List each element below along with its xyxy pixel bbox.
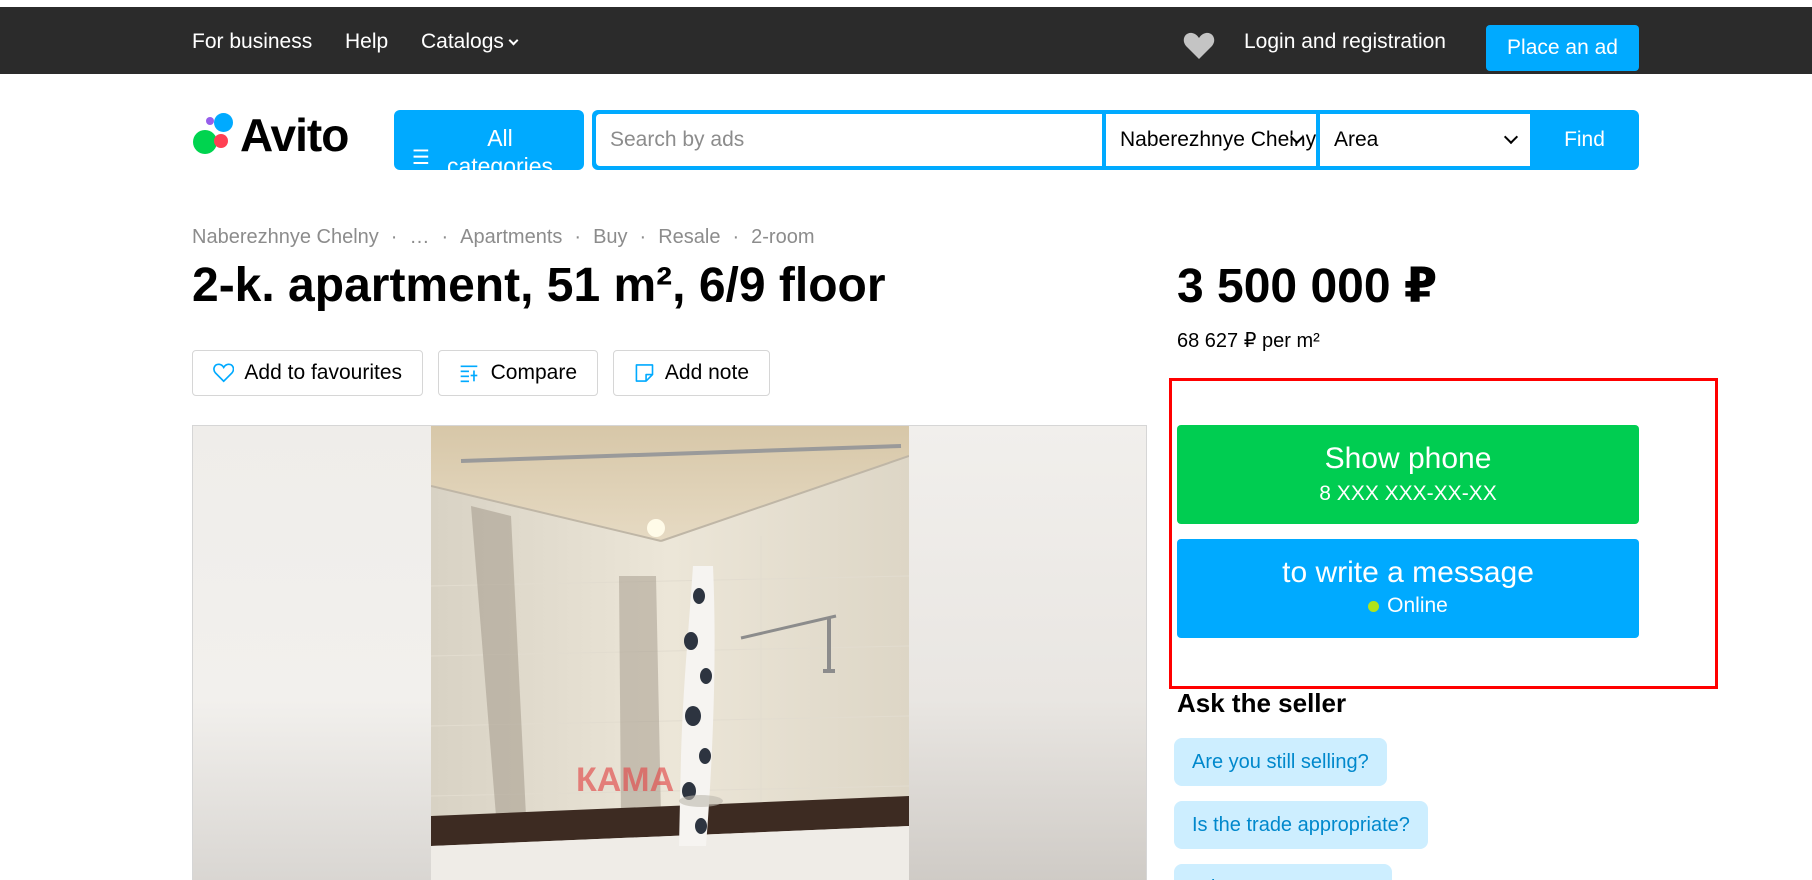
area-select[interactable]: Area xyxy=(1320,114,1530,166)
online-status: Online xyxy=(1177,594,1639,618)
bathroom-photo: КАМА xyxy=(431,426,909,880)
help-link[interactable]: Help xyxy=(345,30,388,54)
login-link[interactable]: Login and registration xyxy=(1244,30,1446,54)
heart-outline-icon xyxy=(213,363,235,383)
write-message-label: to write a message xyxy=(1282,556,1534,589)
note-icon xyxy=(635,364,654,382)
for-business-link[interactable]: For business xyxy=(192,30,312,54)
favourites-heart-icon[interactable] xyxy=(1183,32,1215,60)
show-phone-button[interactable]: Show phone 8 XXX XXX-XX-XX xyxy=(1177,425,1639,524)
search-input[interactable] xyxy=(596,114,1102,166)
search-bar: Naberezhnye Chelny Area Find xyxy=(592,110,1639,170)
gallery-blur-right xyxy=(908,426,1146,880)
categories-icon: ☰ xyxy=(412,147,430,169)
breadcrumb-item[interactable]: Buy xyxy=(593,226,627,248)
compare-button[interactable]: Compare xyxy=(438,350,598,396)
gallery-blur-left xyxy=(193,426,431,880)
breadcrumb-item[interactable]: Apartments xyxy=(460,226,562,248)
phone-mask: 8 XXX XXX-XX-XX xyxy=(1319,482,1497,505)
logo-text: Avito xyxy=(240,109,349,161)
compare-label: Compare xyxy=(490,361,577,384)
photo-gallery[interactable]: КАМА xyxy=(192,425,1147,880)
breadcrumb: Naberezhnye Chelny ·… · Apartments · Buy · Resa… xyxy=(192,226,815,248)
online-label: Online xyxy=(1387,594,1448,617)
breadcrumb-item[interactable]: 2-room xyxy=(751,226,814,248)
quick-question-chip[interactable]: Are you still selling? xyxy=(1174,738,1387,786)
top-bar: For business Help Catalogs Login and reg… xyxy=(0,0,1812,74)
price: 3 500 000 ₽ xyxy=(1177,260,1438,313)
ask-seller-title: Ask the seller xyxy=(1177,688,1347,718)
area-value: Area xyxy=(1334,128,1379,151)
logo-mark xyxy=(192,112,240,158)
city-value: Naberezhnye Chelny xyxy=(1120,128,1316,151)
catalogs-label: Catalogs xyxy=(421,30,504,53)
place-ad-button[interactable]: Place an ad xyxy=(1486,25,1639,71)
quick-question-chip[interactable]: When can we meet? xyxy=(1174,864,1393,880)
listing-photo[interactable]: КАМА xyxy=(431,426,909,880)
listing-title: 2-k. apartment, 51 m², 6/9 floor xyxy=(192,259,886,312)
show-phone-label: Show phone xyxy=(1324,442,1492,475)
find-button[interactable]: Find xyxy=(1534,114,1635,166)
add-note-button[interactable]: Add note xyxy=(613,350,770,396)
online-dot-icon xyxy=(1368,600,1380,612)
photo-watermark: КАМА xyxy=(576,761,674,799)
city-select[interactable]: Naberezhnye Chelny xyxy=(1106,114,1316,166)
breadcrumb-item[interactable]: … xyxy=(409,226,429,248)
write-message-button[interactable]: to write a message Online xyxy=(1177,539,1639,638)
chevron-down-icon xyxy=(1503,129,1519,145)
all-categories-label: All categories xyxy=(446,125,554,170)
note-label: Add note xyxy=(664,361,749,384)
catalogs-menu[interactable]: Catalogs xyxy=(421,30,519,54)
chevron-down-icon xyxy=(508,35,519,46)
all-categories-button[interactable]: ☰ All categories xyxy=(394,110,584,170)
breadcrumb-item[interactable]: Naberezhnye Chelny xyxy=(192,226,379,248)
add-to-favourites-button[interactable]: Add to favourites xyxy=(192,350,423,396)
quick-question-chip[interactable]: Is the trade appropriate? xyxy=(1174,801,1428,849)
avito-logo[interactable]: Avito xyxy=(192,109,349,161)
price-per-m2: 68 627 ₽ per m² xyxy=(1177,330,1320,352)
favourites-label: Add to favourites xyxy=(244,361,402,384)
compare-icon xyxy=(460,365,478,383)
breadcrumb-item[interactable]: Resale xyxy=(658,226,720,248)
